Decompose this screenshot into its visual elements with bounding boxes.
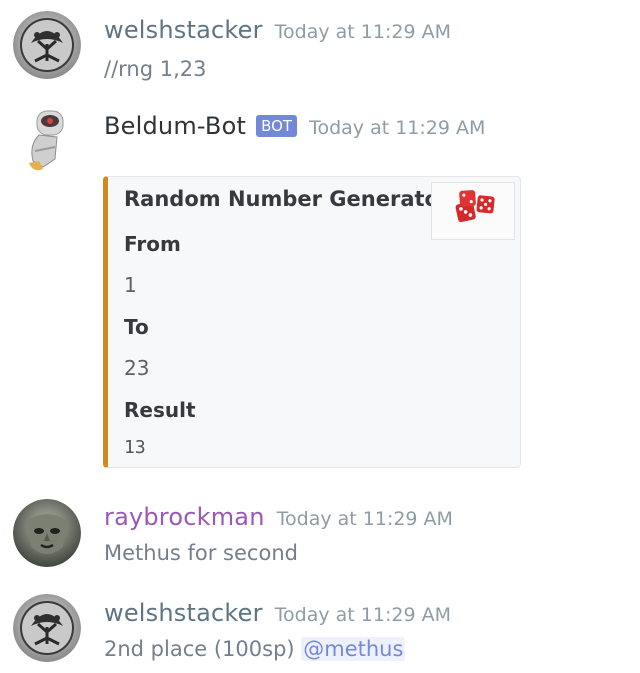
gargoyle-icon: [13, 499, 81, 567]
tree-of-life-icon: [13, 11, 81, 79]
username[interactable]: welshstacker: [104, 16, 263, 44]
user-mention[interactable]: @methus: [301, 637, 406, 661]
timestamp: Today at 11:29 AM: [274, 21, 451, 43]
embed-field-name: To: [124, 315, 149, 339]
embed-thumbnail[interactable]: [431, 182, 515, 240]
message-text: 2nd place (100sp) @methus: [104, 637, 406, 661]
message-text: Methus for second: [104, 541, 298, 565]
username[interactable]: Beldum-Bot: [104, 112, 246, 140]
avatar[interactable]: [13, 11, 81, 79]
username[interactable]: raybrockman: [104, 503, 265, 531]
username[interactable]: welshstacker: [104, 599, 263, 627]
embed-field-value: 1: [124, 273, 137, 297]
tree-of-life-icon: [13, 594, 81, 662]
message-text: //rng 1,23: [104, 57, 207, 81]
embed-result-value: 13: [124, 437, 146, 458]
embed-field-name: From: [124, 232, 181, 256]
avatar[interactable]: [13, 499, 81, 567]
message-header: welshstacker Today at 11:29 AM: [104, 599, 451, 627]
avatar[interactable]: [13, 594, 81, 662]
message-header: Beldum-Bot BOT Today at 11:29 AM: [104, 112, 485, 140]
avatar[interactable]: [13, 107, 81, 175]
embed-field-name: Result: [124, 398, 196, 422]
timestamp: Today at 11:29 AM: [276, 508, 453, 530]
embed: Random Number Generator From 1 To 23 Res…: [103, 176, 521, 468]
timestamp: Today at 11:29 AM: [274, 604, 451, 626]
dice-icon: [455, 190, 495, 223]
robot-icon: [29, 110, 64, 171]
embed-field-value: 23: [124, 356, 150, 380]
chat-log: welshstacker Today at 11:29 AM //rng 1,2…: [0, 0, 640, 673]
message-text-prefix: 2nd place (100sp): [104, 637, 302, 661]
bot-tag: BOT: [256, 115, 298, 137]
embed-title: Random Number Generator: [124, 187, 450, 211]
timestamp: Today at 11:29 AM: [309, 117, 486, 139]
message-header: raybrockman Today at 11:29 AM: [104, 503, 453, 531]
message-header: welshstacker Today at 11:29 AM: [104, 16, 451, 44]
